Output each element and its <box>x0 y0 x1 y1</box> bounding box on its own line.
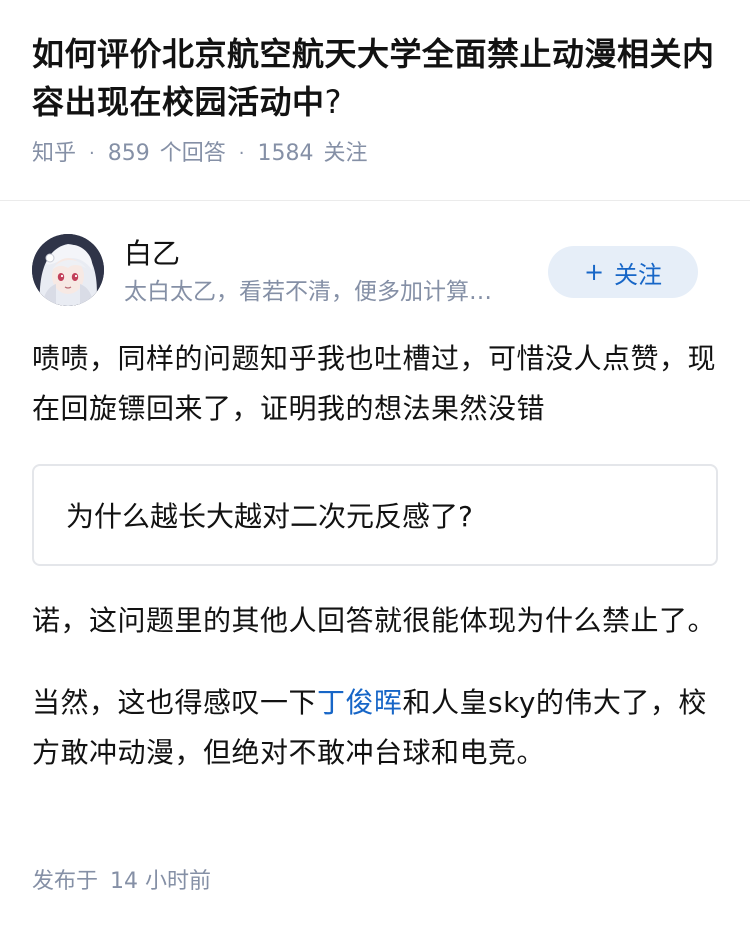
published-label: 发布于 <box>32 869 99 894</box>
anime-avatar-icon <box>32 234 104 306</box>
question-meta: 知乎 · 859 个回答 · 1584 关注 <box>32 138 718 170</box>
paragraph-3-text-before: 当然，这也得感叹一下 <box>32 686 318 719</box>
answer-paragraph-3: 当然，这也得感叹一下丁俊晖和人皇sky的伟大了，校方敢冲动漫，但绝对不敢冲台球和… <box>32 678 718 778</box>
followers-label: 关注 <box>323 141 368 166</box>
follow-button[interactable]: + 关注 <box>548 246 698 298</box>
author-bio: 太白太乙，看若不清，便多加计算… <box>124 279 492 305</box>
answer-paragraph-1: 啧啧，同样的问题知乎我也吐槽过，可惜没人点赞，现在回旋镖回来了，证明我的想法果然… <box>32 342 717 425</box>
question-title-text[interactable]: 如何评价北京航空航天大学全面禁止动漫相关内容出现在校园活动中 <box>32 35 715 121</box>
linked-question-title: 为什么越长大越对二次元反感了? <box>66 500 473 533</box>
avatar[interactable] <box>32 234 104 306</box>
question-title[interactable]: 如何评价北京航空航天大学全面禁止动漫相关内容出现在校园活动中? <box>32 30 718 126</box>
followers-count: 1584 <box>257 141 314 166</box>
question-header: 如何评价北京航空航天大学全面禁止动漫相关内容出现在校园活动中? 知乎 · 859… <box>0 0 750 170</box>
source-label[interactable]: 知乎 <box>32 138 76 170</box>
meta-separator: · <box>238 143 245 164</box>
publish-info: 发布于 14 小时前 <box>32 866 211 898</box>
question-title-mark: ? <box>324 83 342 121</box>
published-time: 14 小时前 <box>110 869 212 894</box>
meta-separator: · <box>89 143 95 164</box>
answers-label: 个回答 <box>159 141 226 166</box>
person-link[interactable]: 丁俊晖 <box>317 686 403 719</box>
author-name[interactable]: 白乙 <box>124 236 180 272</box>
answers-count: 859 <box>107 141 150 166</box>
follow-label: 关注 <box>614 260 663 289</box>
answer-paragraph-2: 诺，这问题里的其他人回答就很能体现为什么禁止了。 <box>32 604 717 637</box>
linked-question-card[interactable]: 为什么越长大越对二次元反感了? <box>32 464 718 566</box>
section-divider <box>0 200 750 201</box>
plus-icon: + <box>583 258 605 286</box>
answer-content: 啧啧，同样的问题知乎我也吐槽过，可惜没人点赞，现在回旋镖回来了，证明我的想法果然… <box>32 334 718 778</box>
author-row: 白乙 太白太乙，看若不清，便多加计算… + 关注 <box>32 234 718 310</box>
